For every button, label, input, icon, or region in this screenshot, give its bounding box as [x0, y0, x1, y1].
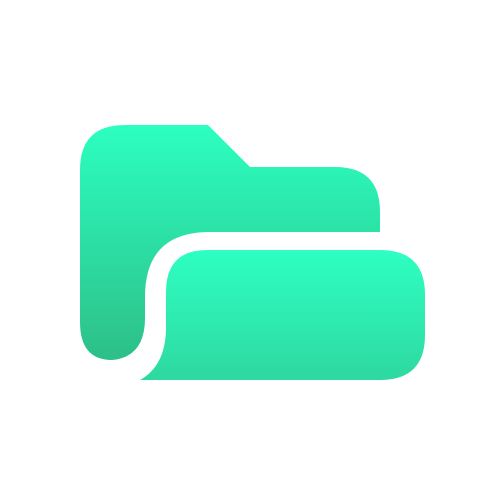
folder-front-panel — [140, 250, 425, 380]
icon-canvas — [0, 0, 500, 500]
open-folder-icon — [80, 125, 432, 386]
